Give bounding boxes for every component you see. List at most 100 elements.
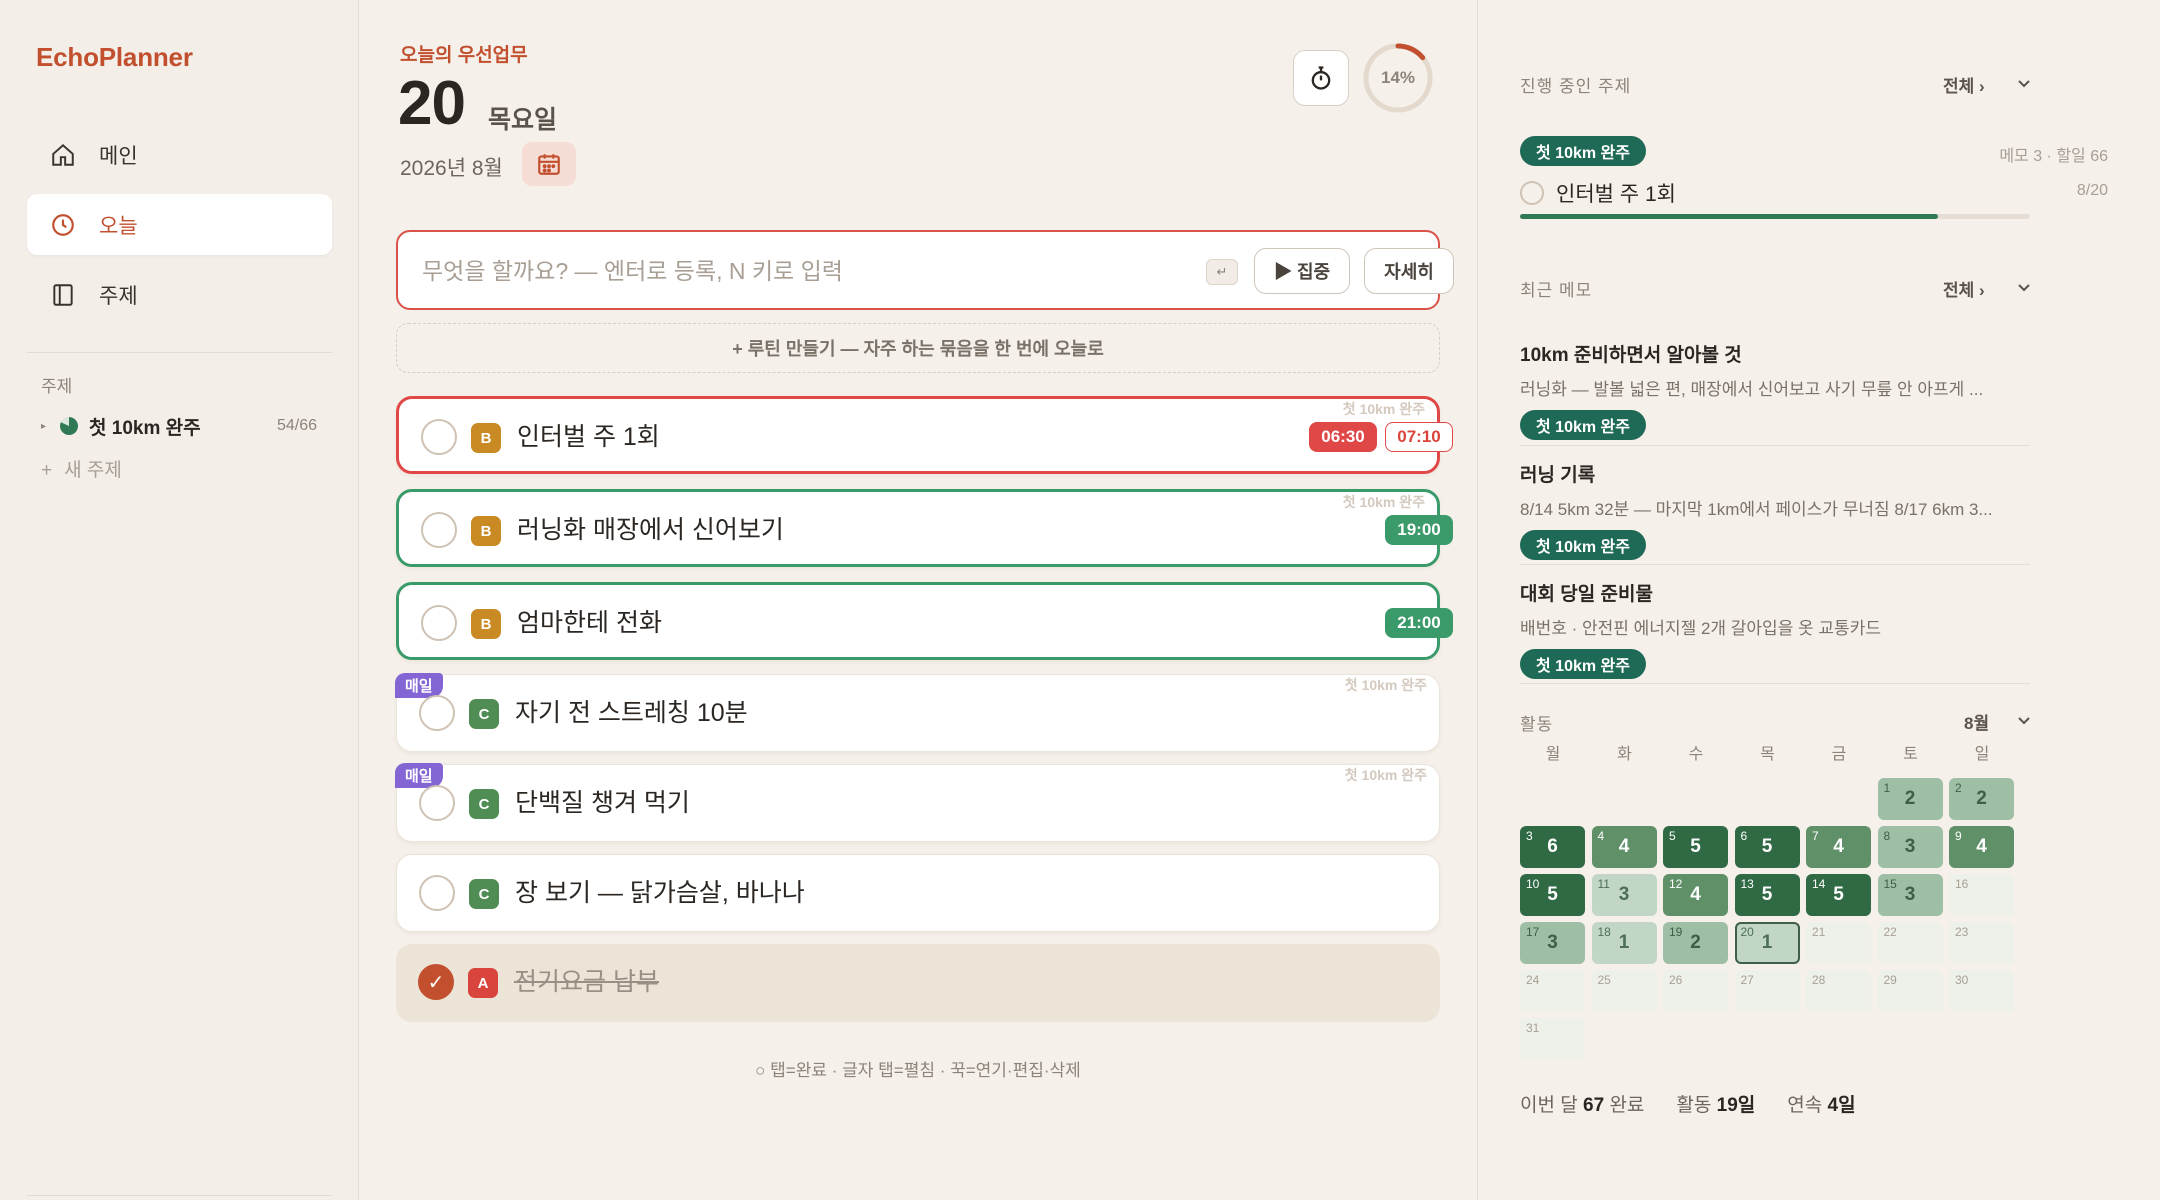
day-count — [1949, 970, 2014, 1012]
focus-button[interactable]: ▶ 집중 — [1254, 248, 1350, 294]
new-topic-button[interactable]: + 새 주제 — [41, 455, 134, 482]
heatmap-day-cell[interactable]: 21 — [1806, 922, 1871, 964]
day-count — [1878, 970, 1943, 1012]
task-checkbox[interactable] — [419, 875, 455, 911]
task-row[interactable]: B 엄마한테 전화 21:00 — [396, 582, 1453, 660]
stat-streak: 연속 4일 — [1787, 1095, 1856, 1116]
detail-button[interactable]: 자세히 — [1364, 248, 1454, 294]
day-count: 1 — [1761, 932, 1773, 953]
day-count: 3 — [1547, 932, 1558, 953]
task-topic-tag: 첫 10km 완주 — [1342, 401, 1425, 417]
heatmap-day-cell[interactable]: 65 — [1734, 826, 1800, 868]
chevron-down-icon[interactable] — [2016, 75, 2032, 91]
task-title[interactable]: 인터벌 주 1회 — [517, 417, 660, 457]
heatmap-day-cell[interactable]: 15 3 — [1877, 874, 1943, 916]
create-routine-button[interactable]: + 루틴 만들기 — 자주 하는 묶음을 한 번에 오늘로 — [396, 323, 1440, 373]
calendar-button[interactable] — [522, 142, 576, 186]
priority-badge: A — [468, 968, 498, 998]
task-title[interactable]: 장 보기 — 닭가슴살, 바나나 — [515, 873, 805, 913]
heatmap-day-cell[interactable]: 20 1 — [1734, 922, 1800, 964]
task-title[interactable]: 자기 전 스트레칭 10분 — [515, 693, 748, 733]
heatmap-day-cell[interactable]: 25 — [1591, 970, 1657, 1012]
sidebar-topic-item[interactable]: ▸ 첫 10km 완주 54/66 — [41, 410, 317, 442]
new-topic-label: 새 주제 — [64, 460, 122, 481]
chevron-down-icon[interactable] — [2016, 279, 2032, 295]
heatmap-day-cell[interactable]: 83 — [1877, 826, 1943, 868]
heatmap-day-cell[interactable]: 44 — [1591, 826, 1657, 868]
task-checkbox[interactable] — [421, 512, 457, 548]
heatmap-day-cell[interactable]: 36 — [1520, 826, 1585, 868]
timer-button[interactable] — [1293, 50, 1349, 106]
task-row[interactable]: B 러닝화 매장에서 신어보기 첫 10km 완주 19:00 — [396, 489, 1453, 567]
task-row-done[interactable]: ✓ A 전기요금 납부 — [396, 944, 1440, 1022]
heatmap-day-cell[interactable]: 14 5 — [1806, 874, 1871, 916]
caret-right-icon[interactable]: ▸ — [41, 421, 59, 432]
task-checkbox[interactable] — [1520, 181, 1544, 205]
memo-title: 대회 당일 준비물 — [1520, 584, 1653, 605]
heatmap-day-cell[interactable]: 24 — [1520, 970, 1585, 1012]
divider — [1520, 564, 2030, 565]
task-checkbox[interactable] — [419, 695, 455, 731]
day-count: 5 — [1761, 836, 1773, 857]
task-checkbox-checked[interactable]: ✓ — [418, 964, 454, 1000]
heatmap-day-cell[interactable]: 19 2 — [1663, 922, 1728, 964]
task-title[interactable]: 단백질 챙겨 먹기 — [515, 783, 690, 823]
task-row[interactable]: C 장 보기 — 닭가슴살, 바나나 — [396, 854, 1440, 932]
heatmap-day-cell[interactable]: 12 — [1877, 778, 1943, 820]
heatmap-day-cell[interactable]: 29 — [1877, 970, 1943, 1012]
heatmap-day-cell[interactable]: 13 5 — [1734, 874, 1800, 916]
task-checkbox[interactable] — [421, 419, 457, 455]
heatmap-day-cell[interactable]: 27 — [1734, 970, 1800, 1012]
gesture-hint: ○ 탭=완료 · 글자 탭=펼침 · 꾹=연기·편집·삭제 — [755, 1061, 1081, 1080]
task-row[interactable]: 매일 C 단백질 챙겨 먹기 첫 10km 완주 — [395, 763, 1440, 842]
heatmap-day-cell[interactable]: 17 3 — [1520, 922, 1585, 964]
heatmap-day-cell[interactable]: 74 — [1806, 826, 1871, 868]
active-topic-heading: 진행 중인 주제 — [1520, 77, 1632, 96]
task-checkbox[interactable] — [421, 605, 457, 641]
memo-item[interactable]: 10km 준비하면서 알아볼 것 러닝화 — 발볼 넓은 편, 매장에서 신어보… — [1520, 340, 2030, 440]
heatmap-day-cell[interactable]: 28 — [1806, 970, 1871, 1012]
topic-chip[interactable]: 첫 10km 완주 — [1520, 410, 1646, 440]
active-topic-task[interactable]: 인터벌 주 1회 — [1520, 178, 1676, 208]
memo-item[interactable]: 러닝 기록 8/14 5km 32분 — 마지막 1km에서 페이스가 무너짐 … — [1520, 460, 2030, 560]
chevron-down-icon[interactable] — [2016, 712, 2032, 728]
task-title[interactable]: 전기요금 납부 — [514, 962, 659, 1002]
heatmap-day-cell[interactable]: 26 — [1663, 970, 1728, 1012]
enter-key-icon[interactable]: ↵ — [1206, 259, 1238, 285]
heatmap-day-cell[interactable]: 11 3 — [1591, 874, 1657, 916]
heatmap-day-cell[interactable]: 16 — [1949, 874, 2014, 916]
weekday: 목요일 — [488, 106, 558, 134]
task-row[interactable]: 매일 C 자기 전 스트레칭 10분 첫 10km 완주 — [395, 673, 1440, 752]
topic-chip[interactable]: 첫 10km 완주 — [1520, 649, 1646, 679]
memo-item[interactable]: 대회 당일 준비물 배번호 · 안전핀 에너지젤 2개 갈아입을 옷 교통카드 … — [1520, 579, 2030, 679]
task-title[interactable]: 러닝화 매장에서 신어보기 — [517, 510, 784, 550]
heatmap-day-cell[interactable]: 55 — [1663, 826, 1728, 868]
heatmap-day-cell[interactable]: 30 — [1949, 970, 2014, 1012]
heatmap-day-cell[interactable]: 22 — [1877, 922, 1943, 964]
task-topic-tag: 첫 10km 완주 — [1344, 677, 1427, 693]
active-topic-all-link[interactable]: 전체 › — [1943, 72, 1985, 97]
nav-item-topics[interactable]: 주제 — [27, 264, 332, 325]
heatmap-day-cell[interactable]: 94 — [1949, 826, 2014, 868]
priority-badge: B — [471, 516, 501, 546]
heatmap-day-cell[interactable]: 10 5 — [1520, 874, 1585, 916]
stat-active: 활동 19일 — [1676, 1095, 1756, 1116]
task-checkbox[interactable] — [419, 785, 455, 821]
activity-month-select[interactable]: 8월 — [1964, 709, 1989, 734]
topic-chip[interactable]: 첫 10km 완주 — [1520, 136, 1646, 166]
main-panel: 오늘의 우선업무 20 목요일 2026년 8월 14% ↵ ▶ 집중 자세히 … — [360, 0, 1476, 1200]
topic-chip[interactable]: 첫 10km 완주 — [1520, 530, 1646, 560]
weekday-label: 수 — [1688, 746, 1704, 763]
nav-item-today[interactable]: 오늘 — [27, 194, 332, 255]
app-logo[interactable]: EchoPlanner — [36, 42, 193, 73]
nav-item-main[interactable]: 메인 — [27, 124, 332, 185]
task-title[interactable]: 엄마한테 전화 — [517, 603, 662, 643]
heatmap-day-cell[interactable]: 22 — [1949, 778, 2014, 820]
task-row[interactable]: B 인터벌 주 1회 첫 10km 완주 06:30 07:10 — [396, 396, 1453, 474]
heatmap-day-cell[interactable]: 23 — [1949, 922, 2014, 964]
task-input[interactable] — [422, 250, 1162, 292]
heatmap-day-cell[interactable]: 12 4 — [1663, 874, 1728, 916]
heatmap-day-cell[interactable]: 18 1 — [1591, 922, 1657, 964]
heatmap-day-cell[interactable]: 31 — [1520, 1018, 1585, 1060]
memo-all-link[interactable]: 전체 › — [1943, 276, 1985, 301]
